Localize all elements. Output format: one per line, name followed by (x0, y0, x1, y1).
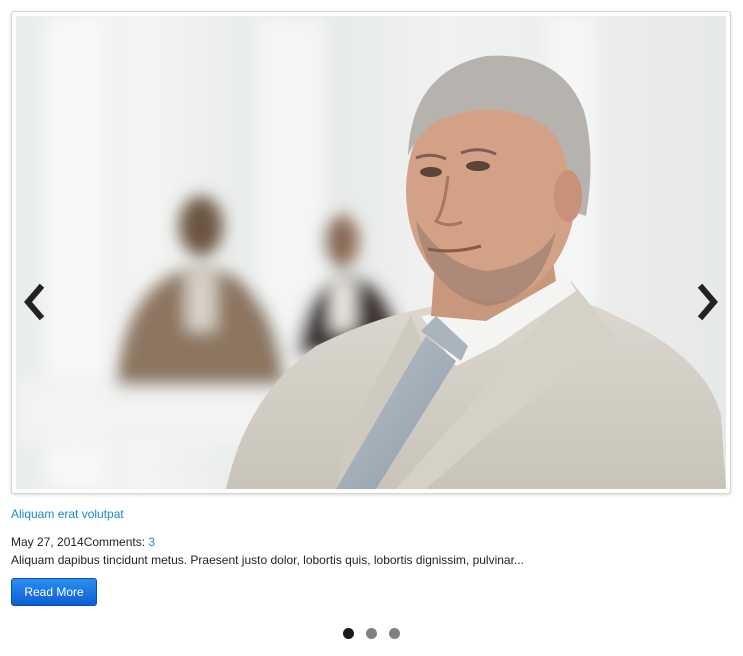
post-date: May 27, 2014 (11, 535, 84, 549)
comments-count-link[interactable]: 3 (148, 535, 155, 549)
pagination-dot-2[interactable] (366, 628, 377, 639)
post-excerpt: Aliquam dapibus tincidunt metus. Praesen… (11, 553, 524, 567)
read-more-button[interactable]: Read More (11, 578, 97, 606)
next-slide-button[interactable] (694, 282, 724, 322)
image-slider: Aliquam erat volutpat May 27, 2014Commen… (0, 0, 743, 656)
post-meta: May 27, 2014Comments: 3 (11, 535, 155, 549)
pagination-dot-1[interactable] (343, 628, 354, 639)
pagination-dot-3[interactable] (389, 628, 400, 639)
slide-pagination (343, 628, 400, 639)
slide-image[interactable] (16, 16, 726, 489)
chevron-right-icon (697, 283, 718, 321)
slide-title-link[interactable]: Aliquam erat volutpat (11, 507, 124, 521)
comments-label: Comments: (83, 535, 149, 549)
prev-slide-button[interactable] (18, 282, 48, 322)
chevron-left-icon (24, 283, 45, 321)
slide-frame (11, 11, 731, 494)
